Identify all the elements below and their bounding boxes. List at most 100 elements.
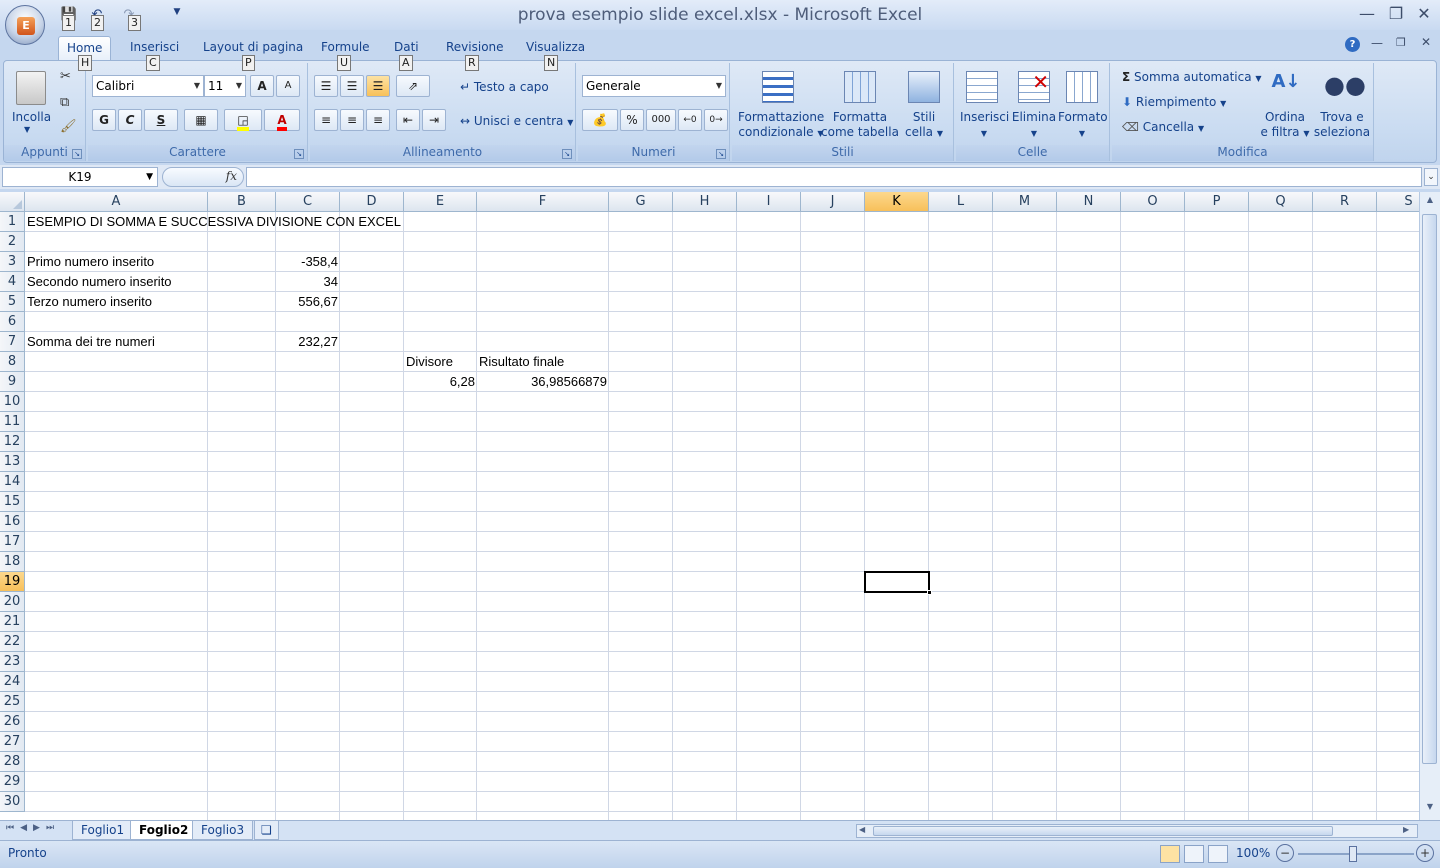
cell-A5[interactable]: Terzo numero inserito xyxy=(25,292,154,312)
numeri-launcher-icon[interactable]: ↘ xyxy=(716,149,726,159)
row-header-19[interactable]: 19 xyxy=(0,572,25,592)
doc-minimize-icon[interactable]: — xyxy=(1371,36,1383,50)
row-header-24[interactable]: 24 xyxy=(0,672,25,692)
borders-button[interactable]: ▦ xyxy=(184,109,218,131)
increase-decimal-icon[interactable]: ←0 xyxy=(678,109,702,131)
horizontal-scrollbar[interactable]: ◀ ▶ xyxy=(856,824,1418,838)
row-header-4[interactable]: 4 xyxy=(0,272,25,292)
close-icon[interactable]: ✕ xyxy=(1414,4,1434,23)
format-cells-button[interactable]: Formato ▼ xyxy=(1058,110,1108,141)
row-header-12[interactable]: 12 xyxy=(0,432,25,452)
column-header-A[interactable]: A xyxy=(25,192,208,212)
cell-C7[interactable]: 232,27 xyxy=(276,332,340,352)
row-header-11[interactable]: 11 xyxy=(0,412,25,432)
column-header-E[interactable]: E xyxy=(404,192,477,212)
copy-icon[interactable]: ⧉ xyxy=(60,95,69,110)
row-header-22[interactable]: 22 xyxy=(0,632,25,652)
insert-sheet-icon[interactable]: ❏ xyxy=(254,821,279,840)
zoom-in-icon[interactable]: + xyxy=(1416,844,1434,862)
cell-A1[interactable]: ESEMPIO DI SOMMA E SUCCESSIVA DIVISIONE … xyxy=(25,212,403,232)
row-header-3[interactable]: 3 xyxy=(0,252,25,272)
row-header-7[interactable]: 7 xyxy=(0,332,25,352)
vertical-scrollbar[interactable]: ▲ ▼ xyxy=(1419,192,1440,820)
row-header-9[interactable]: 9 xyxy=(0,372,25,392)
sort-filter-button[interactable]: Ordina e filtra ▼ xyxy=(1258,110,1312,141)
accounting-icon[interactable]: 💰 xyxy=(582,109,618,131)
insert-cells-button[interactable]: Inserisci ▼ xyxy=(960,110,1009,141)
delete-cells-icon[interactable]: ✕ xyxy=(1018,71,1050,103)
fill-handle[interactable] xyxy=(927,590,932,595)
row-header-15[interactable]: 15 xyxy=(0,492,25,512)
cut-icon[interactable]: ✂ xyxy=(60,69,71,84)
column-header-J[interactable]: J xyxy=(801,192,865,212)
column-header-N[interactable]: N xyxy=(1057,192,1121,212)
row-header-16[interactable]: 16 xyxy=(0,512,25,532)
column-header-C[interactable]: C xyxy=(276,192,340,212)
cell-styles-icon[interactable] xyxy=(908,71,940,103)
format-painter-icon[interactable]: 🖌 xyxy=(60,119,77,134)
number-format-combo[interactable]: Generale ▼ xyxy=(582,75,726,97)
zoom-level[interactable]: 100% xyxy=(1236,846,1270,860)
binoculars-icon[interactable]: ●● xyxy=(1324,71,1366,103)
delete-cells-button[interactable]: Elimina ▼ xyxy=(1010,110,1058,141)
row-header-13[interactable]: 13 xyxy=(0,452,25,472)
name-box[interactable]: K19 ▼ xyxy=(2,167,158,187)
align-right-icon[interactable]: ≡ xyxy=(366,109,390,131)
tab-layout[interactable]: Layout di pagina xyxy=(203,40,303,54)
align-top-icon[interactable]: ☰ xyxy=(314,75,338,97)
sheet-tab-foglio1[interactable]: Foglio1 xyxy=(72,821,134,840)
column-header-O[interactable]: O xyxy=(1121,192,1185,212)
zoom-slider-thumb[interactable] xyxy=(1349,846,1357,862)
column-header-K[interactable]: K xyxy=(865,192,929,212)
customize-qat-icon[interactable]: ▼ xyxy=(168,7,186,25)
thousands-button[interactable]: 000 xyxy=(646,109,676,131)
row-header-26[interactable]: 26 xyxy=(0,712,25,732)
row-header-23[interactable]: 23 xyxy=(0,652,25,672)
cell-F8[interactable]: Risultato finale xyxy=(477,352,566,372)
orientation-icon[interactable]: ⇗ xyxy=(396,75,430,97)
conditional-format-icon[interactable] xyxy=(762,71,794,103)
cell-C3[interactable]: -358,4 xyxy=(276,252,340,272)
decrease-indent-icon[interactable]: ⇤ xyxy=(396,109,420,131)
format-table-icon[interactable] xyxy=(844,71,876,103)
paste-icon[interactable] xyxy=(16,71,46,105)
column-header-I[interactable]: I xyxy=(737,192,801,212)
carattere-launcher-icon[interactable]: ↘ xyxy=(294,149,304,159)
vertical-scroll-thumb[interactable] xyxy=(1422,214,1437,764)
font-size-combo[interactable]: 11 ▼ xyxy=(204,75,246,97)
row-header-28[interactable]: 28 xyxy=(0,752,25,772)
cell-A7[interactable]: Somma dei tre numeri xyxy=(25,332,157,352)
cell-styles-button[interactable]: Stili cella ▼ xyxy=(902,110,946,141)
font-name-combo[interactable]: Calibri ▼ xyxy=(92,75,204,97)
paste-button[interactable]: Incolla xyxy=(12,110,51,124)
fill-color-button[interactable]: ◲ xyxy=(224,109,262,131)
merge-center-button[interactable]: ↔ Unisci e centra ▼ xyxy=(460,114,573,128)
sheet-tab-foglio2[interactable]: Foglio2 xyxy=(130,821,198,840)
doc-restore-icon[interactable]: ❐ xyxy=(1396,36,1406,49)
underline-button[interactable]: S xyxy=(144,109,178,131)
column-header-M[interactable]: M xyxy=(993,192,1057,212)
insert-function-button[interactable]: fx xyxy=(162,167,244,187)
font-color-button[interactable]: A xyxy=(264,109,300,131)
sort-filter-icon[interactable]: A↓ xyxy=(1270,71,1302,103)
row-header-30[interactable]: 30 xyxy=(0,792,25,812)
appunti-launcher-icon[interactable]: ↘ xyxy=(72,149,82,159)
row-header-21[interactable]: 21 xyxy=(0,612,25,632)
worksheet-grid[interactable]: A B C D E F G H I J K L M N O P Q R S 1 2 3 4 5 6 7 8 9 10 11 12 13 14 15… xyxy=(0,192,1419,820)
row-header-1[interactable]: 1 xyxy=(0,212,25,232)
cell-C4[interactable]: 34 xyxy=(276,272,340,292)
paste-dropdown-icon[interactable]: ▼ xyxy=(24,125,30,134)
tab-visualizza[interactable]: Visualizza xyxy=(526,40,585,54)
row-header-10[interactable]: 10 xyxy=(0,392,25,412)
scroll-down-icon[interactable]: ▼ xyxy=(1422,802,1438,817)
row-header-8[interactable]: 8 xyxy=(0,352,25,372)
column-header-P[interactable]: P xyxy=(1185,192,1249,212)
row-header-5[interactable]: 5 xyxy=(0,292,25,312)
formula-input[interactable] xyxy=(246,167,1422,187)
horizontal-scroll-thumb[interactable] xyxy=(873,826,1333,836)
row-header-14[interactable]: 14 xyxy=(0,472,25,492)
row-header-20[interactable]: 20 xyxy=(0,592,25,612)
scroll-left-icon[interactable]: ◀ xyxy=(859,825,865,834)
column-header-L[interactable]: L xyxy=(929,192,993,212)
office-button[interactable]: E xyxy=(5,5,45,45)
